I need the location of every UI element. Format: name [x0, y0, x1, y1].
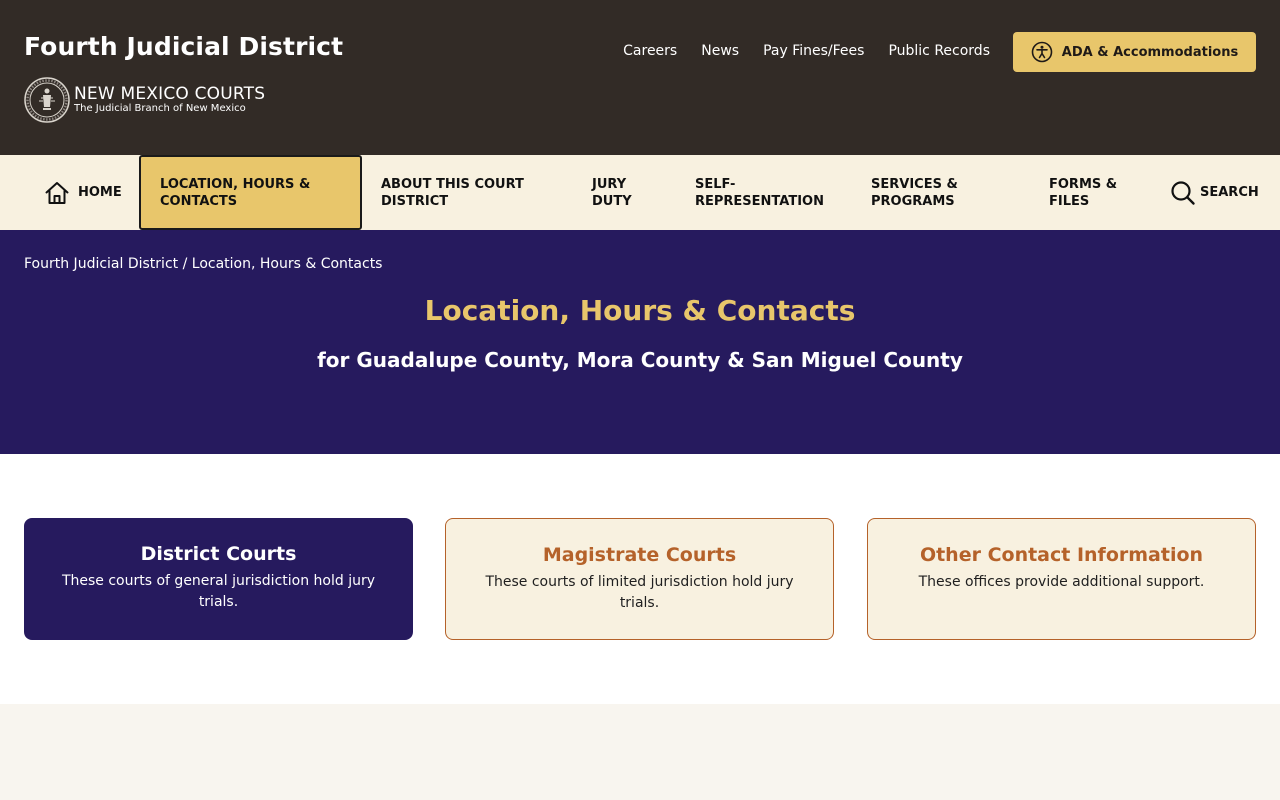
utility-nav: Careers News Pay Fines/Fees Public Recor… [623, 43, 990, 59]
nav-label-location: LOCATION, HOURS & CONTACTS [160, 176, 311, 209]
page-hero: Fourth Judicial District / Location, Hou… [0, 230, 1280, 454]
card-title: Other Contact Information [919, 544, 1204, 566]
ada-button-label: ADA & Accommodations [1061, 44, 1239, 60]
brand-name: NEW MEXICO COURTS [74, 84, 266, 104]
card-title: District Courts [140, 543, 297, 565]
site-title[interactable]: Fourth Judicial District [24, 32, 343, 61]
nav-item-self-representation[interactable]: SELF-REPRESENTATION [695, 155, 835, 230]
nav-label-self-rep: SELF-REPRESENTATION [695, 176, 824, 209]
search-button[interactable]: SEARCH [1170, 155, 1259, 230]
breadcrumb-current: Location, Hours & Contacts [191, 256, 383, 272]
nav-label-forms: FORMS & FILES [1049, 176, 1118, 209]
court-seal-icon [24, 77, 70, 123]
breadcrumb-separator: / [182, 256, 188, 272]
breadcrumb-home-link[interactable]: Fourth Judicial District [24, 256, 178, 272]
home-icon [45, 181, 69, 204]
utility-link-careers[interactable]: Careers [623, 43, 677, 59]
card-other-contact-information[interactable]: Other Contact Information These offices … [867, 518, 1256, 640]
court-cards-section: District Courts These courts of general … [0, 454, 1280, 704]
nav-item-home[interactable]: HOME [44, 155, 122, 230]
utility-link-public-records[interactable]: Public Records [888, 43, 990, 59]
utility-link-news[interactable]: News [701, 43, 739, 59]
page-title: Location, Hours & Contacts [424, 294, 856, 327]
nav-item-about-court-district[interactable]: ABOUT THIS COURT DISTRICT [381, 155, 551, 230]
accessibility-icon [1031, 41, 1053, 63]
card-magistrate-courts[interactable]: Magistrate Courts These courts of limite… [445, 518, 834, 640]
nav-item-forms-files[interactable]: FORMS & FILES [1049, 155, 1129, 230]
utility-link-pay-fines[interactable]: Pay Fines/Fees [763, 43, 864, 59]
nav-label-about: ABOUT THIS COURT DISTRICT [381, 176, 524, 209]
search-icon [1171, 180, 1195, 205]
card-description: These courts of general jurisdiction hol… [61, 573, 376, 610]
brand-tagline: The Judicial Branch of New Mexico [74, 103, 246, 114]
nav-item-location-hours-contacts[interactable]: LOCATION, HOURS & CONTACTS [139, 155, 362, 230]
card-description: These courts of limited jurisdiction hol… [485, 574, 794, 611]
card-district-courts[interactable]: District Courts These courts of general … [24, 518, 413, 640]
nav-item-jury-duty[interactable]: JURY DUTY [592, 155, 652, 230]
ada-accommodations-button[interactable]: ADA & Accommodations [1013, 32, 1256, 72]
breadcrumb: Fourth Judicial District / Location, Hou… [24, 256, 382, 272]
nav-label-jury: JURY DUTY [592, 176, 632, 209]
card-title: Magistrate Courts [542, 544, 737, 566]
page-subtitle: for Guadalupe County, Mora County & San … [317, 348, 963, 372]
nav-label-services: SERVICES & PROGRAMS [871, 176, 958, 209]
nav-label-home: HOME [78, 185, 122, 200]
nav-label-search: SEARCH [1200, 185, 1259, 200]
card-description: These offices provide additional support… [918, 574, 1205, 590]
main-nav: HOME LOCATION, HOURS & CONTACTS ABOUT TH… [0, 155, 1280, 230]
nav-item-services-programs[interactable]: SERVICES & PROGRAMS [871, 155, 1001, 230]
nm-courts-logo[interactable]: NEW MEXICO COURTS The Judicial Branch of… [24, 77, 265, 123]
footer-band [0, 704, 1280, 800]
top-header: Fourth Judicial District NEW MEXICO COUR… [0, 0, 1280, 155]
